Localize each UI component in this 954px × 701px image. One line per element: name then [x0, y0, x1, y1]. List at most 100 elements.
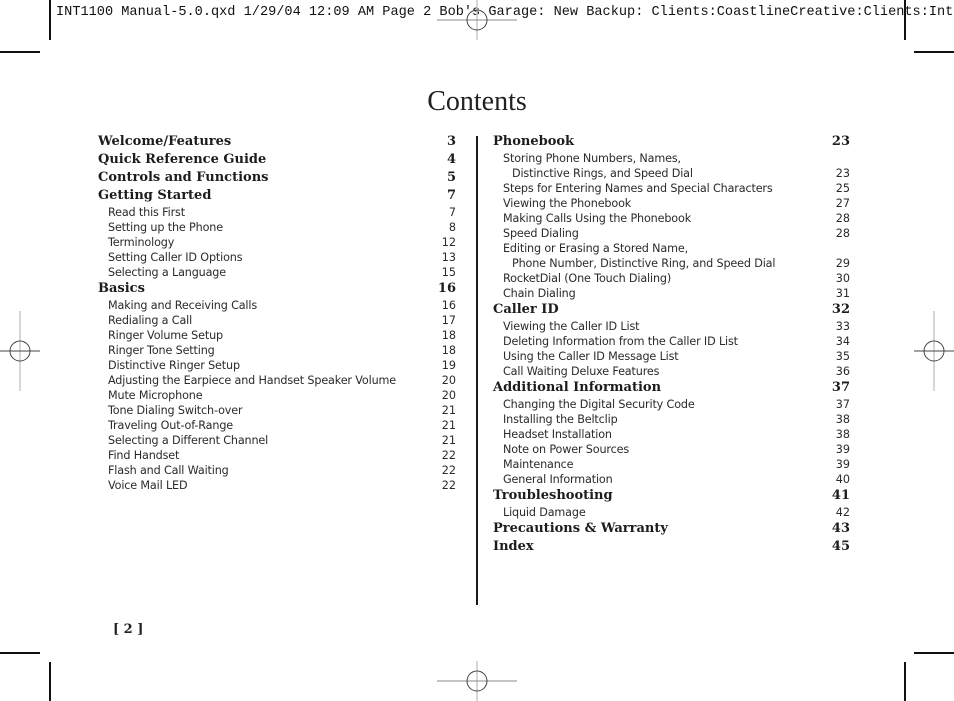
toc-section-entry[interactable]: Index 45 — [493, 538, 850, 556]
page-number: [ 2 ] — [113, 622, 144, 637]
toc-entry-page: 23 — [835, 167, 850, 180]
toc-subsection-entry[interactable]: Selecting a Language 15 — [98, 265, 456, 280]
toc-subsection-entry[interactable]: Traveling Out-of-Range 21 — [98, 418, 456, 433]
toc-section-entry[interactable]: Welcome/Features 3 — [98, 133, 456, 151]
toc-subsection-entry[interactable]: Viewing the Caller ID List 33 — [493, 319, 850, 334]
toc-right-column: Phonebook 23 Storing Phone Numbers, Names,… — [493, 133, 850, 556]
toc-subsection-entry[interactable]: Liquid Damage 42 — [493, 505, 850, 520]
toc-entry-page: 17 — [441, 314, 456, 327]
toc-entry-title: Setting up the Phone — [108, 221, 223, 234]
toc-subsection-entry[interactable]: Distinctive Ringer Setup 19 — [98, 358, 456, 373]
toc-subsection-entry[interactable]: Setting up the Phone 8 — [98, 220, 456, 235]
toc-entry-page: 3 — [446, 134, 456, 149]
toc-subsection-entry[interactable]: Tone Dialing Switch-over 21 — [98, 403, 456, 418]
toc-entry-page: 5 — [446, 170, 456, 185]
toc-entry-page: 35 — [835, 350, 850, 363]
toc-subsection-entry[interactable]: Read this First 7 — [98, 205, 456, 220]
toc-section-entry[interactable]: Phonebook 23 — [493, 133, 850, 151]
toc-subsection-entry[interactable]: Voice Mail LED 22 — [98, 478, 456, 493]
toc-subsection-entry[interactable]: Headset Installation 38 — [493, 427, 850, 442]
toc-entry-title: Call Waiting Deluxe Features — [503, 365, 660, 378]
toc-subsection-entry[interactable]: Call Waiting Deluxe Features 36 — [493, 364, 850, 379]
toc-subsection-entry[interactable]: Note on Power Sources 39 — [493, 442, 850, 457]
toc-entry-page: 31 — [835, 287, 850, 300]
toc-entry-title: Storing Phone Numbers, Names, — [503, 152, 681, 165]
toc-section-entry[interactable]: Basics 16 — [98, 280, 456, 298]
toc-entry-page: 15 — [441, 266, 456, 279]
toc-entry-title: Viewing the Caller ID List — [503, 320, 640, 333]
toc-entry-page: 40 — [835, 473, 850, 486]
toc-entry-title: Distinctive Ringer Setup — [108, 359, 240, 372]
toc-entry-title: Distinctive Rings, and Speed Dial — [512, 167, 693, 180]
toc-section-entry[interactable]: Quick Reference Guide 4 — [98, 151, 456, 169]
toc-entry-title: Setting Caller ID Options — [108, 251, 243, 264]
toc-subsection-entry[interactable]: Ringer Volume Setup 18 — [98, 328, 456, 343]
toc-entry-page: 21 — [441, 434, 456, 447]
toc-section-entry[interactable]: Troubleshooting 41 — [493, 487, 850, 505]
toc-entry-page: 13 — [441, 251, 456, 264]
crop-mark-top-right-vertical — [904, 0, 906, 40]
toc-entry-page: 23 — [831, 134, 850, 149]
toc-subsection-entry[interactable]: Redialing a Call 17 — [98, 313, 456, 328]
toc-entry-page: 27 — [835, 197, 850, 210]
toc-entry-page: 22 — [441, 479, 456, 492]
toc-subsection-entry[interactable]: Storing Phone Numbers, Names, — [493, 151, 850, 166]
toc-entry-page: 36 — [835, 365, 850, 378]
toc-entry-page: 18 — [441, 344, 456, 357]
toc-entry-page: 16 — [437, 281, 456, 296]
toc-subsection-entry[interactable]: Find Handset 22 — [98, 448, 456, 463]
toc-entry-page: 42 — [835, 506, 850, 519]
toc-entry-page: 38 — [835, 428, 850, 441]
toc-subsection-entry[interactable]: Terminology 12 — [98, 235, 456, 250]
toc-subsection-entry[interactable]: Steps for Entering Names and Special Cha… — [493, 181, 850, 196]
toc-subsection-entry[interactable]: Viewing the Phonebook 27 — [493, 196, 850, 211]
toc-section-entry[interactable]: Getting Started 7 — [98, 187, 456, 205]
toc-section-entry[interactable]: Controls and Functions 5 — [98, 169, 456, 187]
toc-entry-title: Mute Microphone — [108, 389, 203, 402]
toc-subsection-entry[interactable]: Ringer Tone Setting 18 — [98, 343, 456, 358]
toc-subsection-entry[interactable]: Making and Receiving Calls 16 — [98, 298, 456, 313]
toc-subsection-entry[interactable]: Mute Microphone 20 — [98, 388, 456, 403]
toc-entry-page: 4 — [446, 152, 456, 167]
toc-entry-title: Getting Started — [98, 188, 212, 203]
toc-subsection-entry[interactable]: Maintenance 39 — [493, 457, 850, 472]
toc-subsection-entry[interactable]: Setting Caller ID Options 13 — [98, 250, 456, 265]
toc-subsection-entry[interactable]: Distinctive Rings, and Speed Dial 23 — [493, 166, 850, 181]
toc-section-entry[interactable]: Caller ID 32 — [493, 301, 850, 319]
toc-entry-title: Traveling Out-of-Range — [108, 419, 234, 432]
toc-section-entry[interactable]: Additional Information 37 — [493, 379, 850, 397]
toc-subsection-entry[interactable]: Changing the Digital Security Code 37 — [493, 397, 850, 412]
toc-entry-title: Ringer Volume Setup — [108, 329, 223, 342]
toc-entry-page: 45 — [831, 539, 850, 554]
toc-section-entry[interactable]: Precautions & Warranty 43 — [493, 520, 850, 538]
crop-mark-bottom-left-vertical — [49, 662, 51, 701]
toc-entry-page: 28 — [835, 212, 850, 225]
crop-mark-top-left-vertical — [49, 0, 51, 40]
toc-subsection-entry[interactable]: General Information 40 — [493, 472, 850, 487]
page-title: Contents — [427, 86, 527, 117]
registration-mark-left-icon — [0, 311, 40, 391]
toc-subsection-entry[interactable]: Installing the Beltclip 38 — [493, 412, 850, 427]
toc-entry-page: 22 — [441, 464, 456, 477]
toc-entry-title: Selecting a Different Channel — [108, 434, 269, 447]
toc-subsection-entry[interactable]: Editing or Erasing a Stored Name, — [493, 241, 850, 256]
column-divider — [476, 136, 478, 605]
toc-entry-title: RocketDial (One Touch Dialing) — [503, 272, 672, 285]
toc-entry-title: Controls and Functions — [98, 170, 269, 185]
toc-subsection-entry[interactable]: Flash and Call Waiting 22 — [98, 463, 456, 478]
toc-entry-title: Making Calls Using the Phonebook — [503, 212, 692, 225]
toc-subsection-entry[interactable]: Phone Number, Distinctive Ring, and Spee… — [493, 256, 850, 271]
toc-subsection-entry[interactable]: Making Calls Using the Phonebook 28 — [493, 211, 850, 226]
toc-entry-page: 21 — [441, 419, 456, 432]
toc-entry-title: Phone Number, Distinctive Ring, and Spee… — [512, 257, 776, 270]
registration-mark-bottom-icon — [437, 661, 517, 701]
toc-subsection-entry[interactable]: Speed Dialing 28 — [493, 226, 850, 241]
toc-subsection-entry[interactable]: Using the Caller ID Message List 35 — [493, 349, 850, 364]
toc-subsection-entry[interactable]: Selecting a Different Channel 21 — [98, 433, 456, 448]
toc-subsection-entry[interactable]: RocketDial (One Touch Dialing) 30 — [493, 271, 850, 286]
toc-subsection-entry[interactable]: Adjusting the Earpiece and Handset Speak… — [98, 373, 456, 388]
toc-subsection-entry[interactable]: Deleting Information from the Caller ID … — [493, 334, 850, 349]
toc-entry-page: 22 — [441, 449, 456, 462]
toc-subsection-entry[interactable]: Chain Dialing 31 — [493, 286, 850, 301]
crop-mark-bottom-right-vertical — [904, 662, 906, 701]
